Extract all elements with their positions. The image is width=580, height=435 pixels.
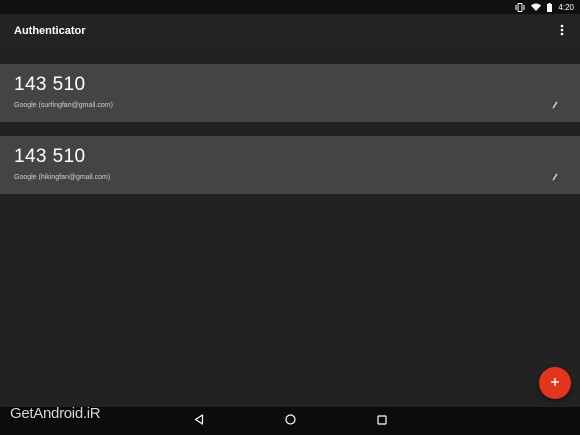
home-icon [284,412,296,430]
recents-button[interactable] [375,414,389,428]
more-vert-icon [560,23,564,41]
account-label: Google (hikingfan@gmail.com) [14,174,111,181]
overflow-menu-button[interactable] [552,22,572,42]
status-bar: 4:20 [0,0,580,14]
wifi-icon [531,3,542,11]
recents-icon [377,412,387,430]
back-icon [194,412,204,430]
vibrate-icon [515,2,525,12]
watermark-text: GetAndroid.iR [10,405,101,422]
app-title: Authenticator [14,25,86,37]
edit-icon[interactable] [550,100,560,110]
edit-icon[interactable] [550,172,560,182]
home-button[interactable] [283,414,297,428]
account-card[interactable]: 143 510 Google (surfingfan@gmail.com) [0,64,580,122]
app-bar: Authenticator [0,14,580,50]
add-account-button[interactable] [539,367,571,399]
add-icon [550,374,560,392]
back-button[interactable] [192,414,206,428]
account-code: 143 510 [14,74,86,95]
account-code: 143 510 [14,146,86,167]
status-icons: 4:20 [515,1,574,13]
account-label: Google (surfingfan@gmail.com) [14,102,113,109]
battery-icon [547,2,553,12]
status-time: 4:20 [558,2,574,12]
account-card[interactable]: 143 510 Google (hikingfan@gmail.com) [0,136,580,194]
